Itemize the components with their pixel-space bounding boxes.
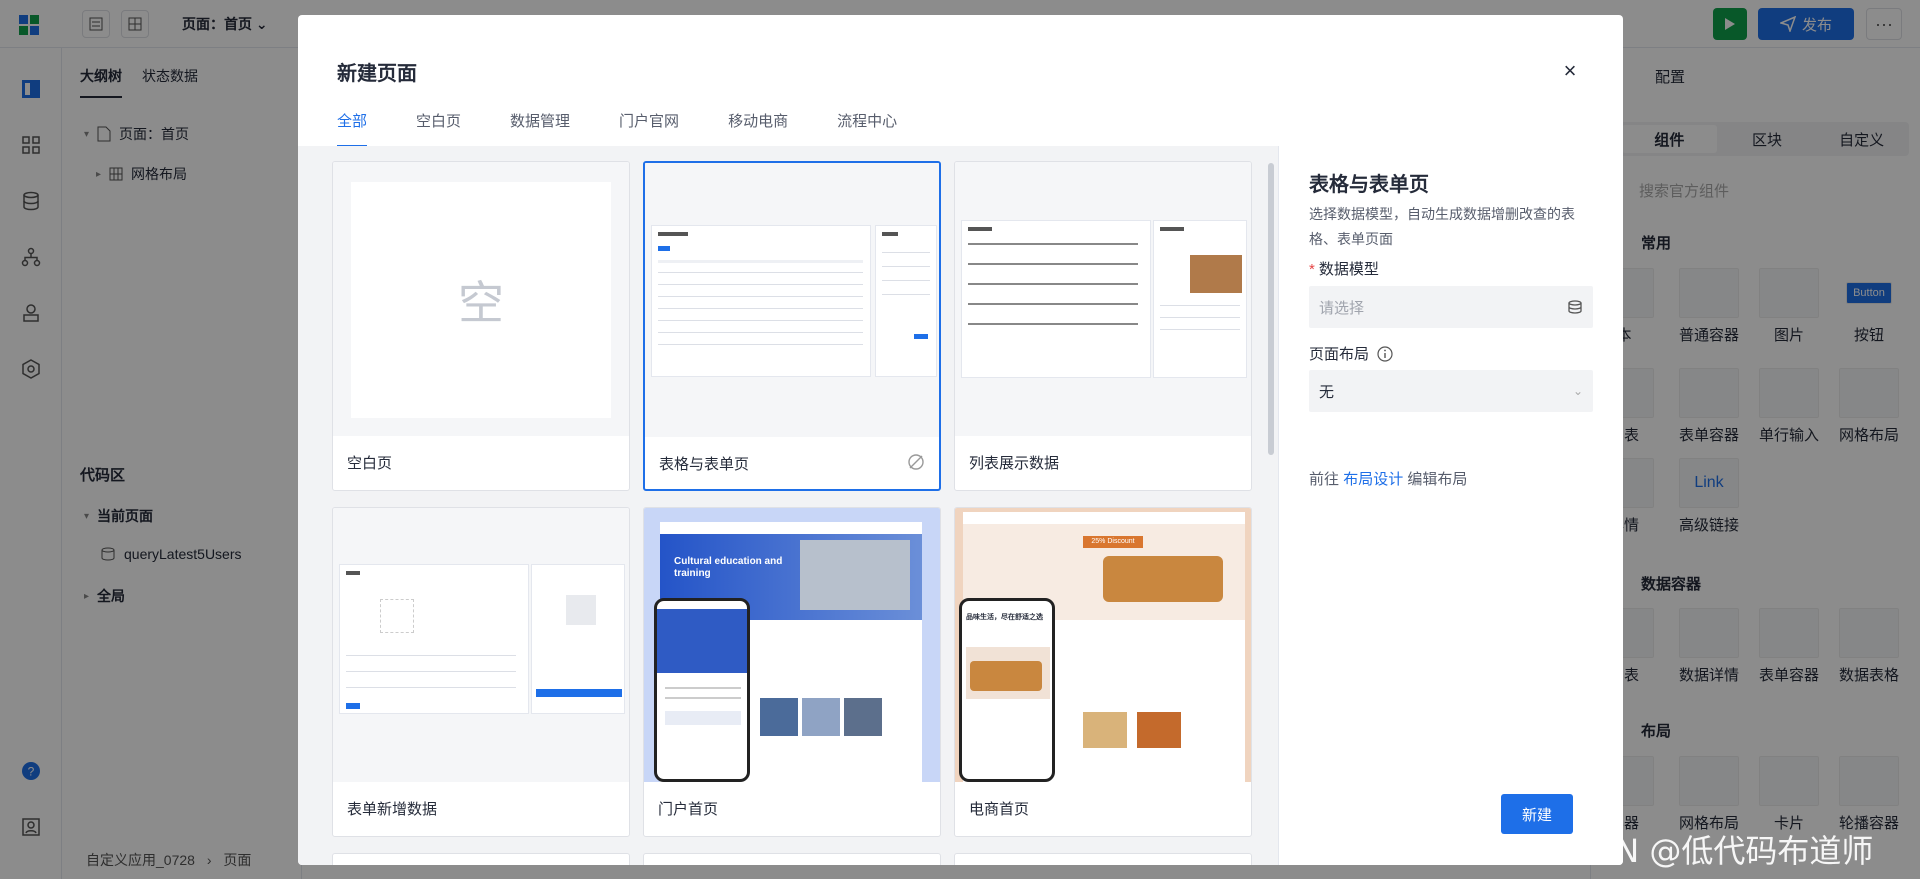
app: 页面：首页 ⌄ 发布 ··· ? 大纲树 状态数据 ▾ 页面：首页 ▸ 网格布局… xyxy=(0,0,1920,879)
csdn-watermark: CSDN @低代码布道师 xyxy=(1548,832,1874,870)
template-card-portal-home[interactable]: Cultural education and training 门户首页 xyxy=(643,507,941,837)
preview-hidden-icon[interactable] xyxy=(907,453,925,471)
template-card-form-add[interactable]: 表单新增数据 xyxy=(332,507,630,837)
tab-process-center[interactable]: 流程中心 xyxy=(837,110,897,150)
tab-data-management[interactable]: 数据管理 xyxy=(510,110,570,150)
tab-mobile-commerce[interactable]: 移动电商 xyxy=(728,110,788,150)
table-preview xyxy=(651,225,871,377)
template-category-tabs: 全部 空白页 数据管理 门户官网 移动电商 流程中心 xyxy=(337,110,946,150)
layout-design-hint: 前往 布局设计 编辑布局 xyxy=(1309,471,1468,488)
list-preview xyxy=(961,220,1151,378)
template-label: 门户首页 xyxy=(658,801,719,818)
template-label: 列表展示数据 xyxy=(969,455,1060,472)
form-preview xyxy=(875,225,937,377)
template-label: 电商首页 xyxy=(969,801,1030,818)
template-thumbnail: 空 xyxy=(333,162,629,436)
template-thumbnail: 25% Discount 品味生活，尽在舒适之选 xyxy=(955,508,1251,782)
page-layout-select[interactable]: 无 ⌄ xyxy=(1309,370,1593,412)
chevron-down-icon: ⌄ xyxy=(1572,384,1583,398)
tab-portal[interactable]: 门户官网 xyxy=(619,110,679,150)
template-config-panel: 表格与表单页 选择数据模型，自动生成数据增删改查的表格、表单页面 * 数据模型 请… xyxy=(1278,146,1623,865)
new-page-dialog: 新建页面 × 全部 空白页 数据管理 门户官网 移动电商 流程中心 空 空白页 xyxy=(298,15,1623,865)
blank-placeholder: 空 xyxy=(351,182,611,418)
required-mark: * xyxy=(1309,261,1315,278)
template-card-blank[interactable]: 空 空白页 xyxy=(332,161,630,491)
template-card-list-display[interactable]: 列表展示数据 xyxy=(954,161,1252,491)
layout-design-link[interactable]: 布局设计 xyxy=(1343,471,1403,488)
tab-all[interactable]: 全部 xyxy=(337,110,368,150)
form-preview-left xyxy=(339,564,529,714)
template-card-more[interactable] xyxy=(332,853,630,865)
detail-preview xyxy=(1153,220,1247,378)
selected-template-title: 表格与表单页 xyxy=(1309,174,1429,196)
data-model-label: * 数据模型 xyxy=(1309,261,1379,278)
page-layout-label: 页面布局 xyxy=(1309,343,1393,364)
database-icon xyxy=(1568,300,1582,314)
template-card-table-form[interactable]: 表格与表单页 xyxy=(643,161,941,491)
info-icon[interactable] xyxy=(1377,345,1393,362)
dialog-title: 新建页面 xyxy=(337,63,417,85)
template-card-more[interactable] xyxy=(643,853,941,865)
portal-mobile-preview xyxy=(654,598,750,782)
template-card-more[interactable] xyxy=(954,853,1252,865)
form-preview-right xyxy=(531,564,625,714)
template-label: 表单新增数据 xyxy=(347,801,438,818)
data-model-select[interactable]: 请选择 xyxy=(1309,286,1593,328)
close-icon[interactable]: × xyxy=(1558,59,1582,83)
template-label: 空白页 xyxy=(347,455,393,472)
template-scrollbar[interactable] xyxy=(1268,163,1274,455)
template-thumbnail xyxy=(333,508,629,782)
template-card-ecommerce-home[interactable]: 25% Discount 品味生活，尽在舒适之选 电商首页 xyxy=(954,507,1252,837)
template-thumbnail: Cultural education and training xyxy=(644,508,940,782)
template-thumbnail xyxy=(955,162,1251,436)
template-grid: 空 空白页 表格与表单页 列表展示数据 表单新增数据 Cultural educ… xyxy=(298,146,1278,865)
template-label: 表格与表单页 xyxy=(659,456,750,473)
template-thumbnail xyxy=(645,163,939,437)
tab-blank[interactable]: 空白页 xyxy=(416,110,461,150)
ecommerce-mobile-preview: 品味生活，尽在舒适之选 xyxy=(959,598,1055,782)
selected-template-description: 选择数据模型，自动生成数据增删改查的表格、表单页面 xyxy=(1309,206,1575,247)
